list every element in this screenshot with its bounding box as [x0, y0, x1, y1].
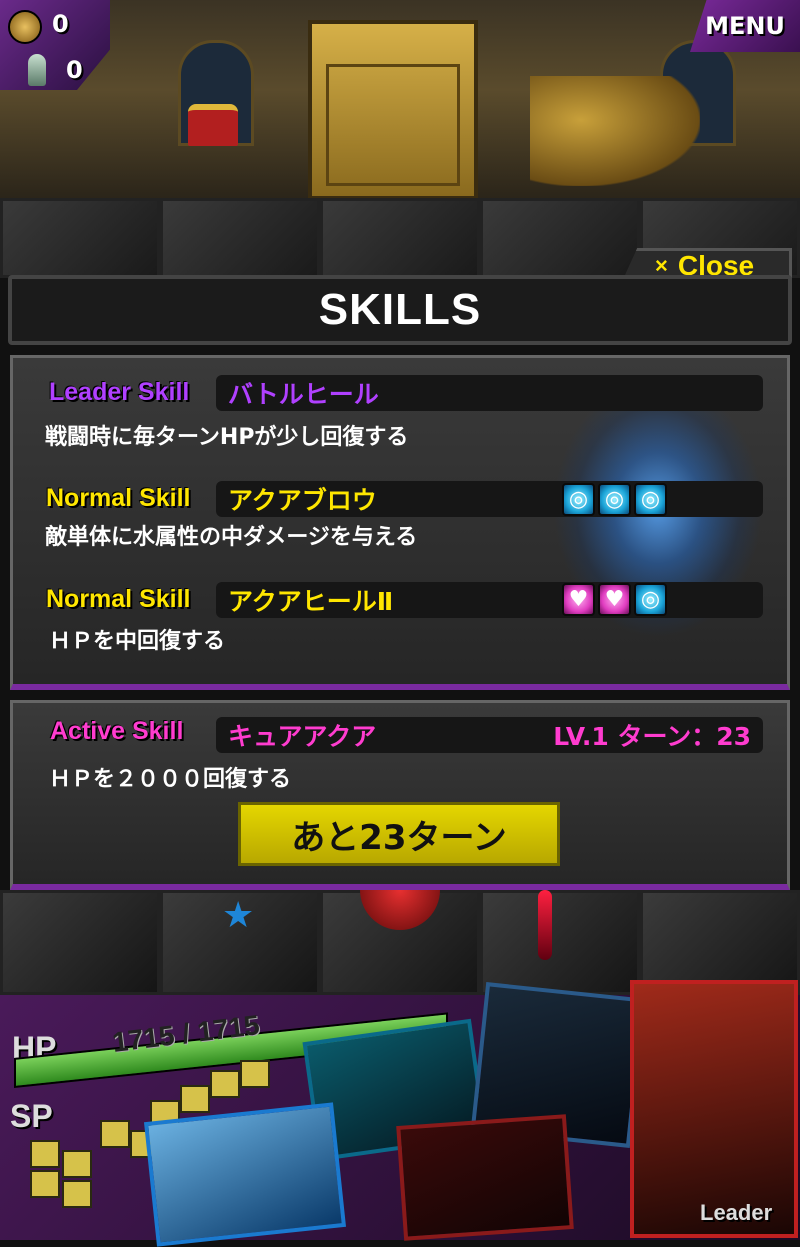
normal-skill-2-name: アクアヒールⅡ: [228, 587, 394, 616]
water-orb-icon: ◎: [598, 483, 631, 516]
lion-statue: [530, 76, 700, 186]
sp-tile: [30, 1140, 60, 1168]
leader-skill-name-bar: バトルヒール: [216, 375, 763, 411]
active-skill-name: キュアアクア: [228, 722, 377, 751]
leader-tag: Leader: [700, 1200, 773, 1225]
board-cell: [320, 198, 480, 278]
party-member-doll[interactable]: [396, 1114, 574, 1241]
sp-tile: [210, 1070, 240, 1098]
water-orb-icon: ◎: [634, 483, 667, 516]
normal-skill-1-name-bar: アクアブロウ: [216, 481, 763, 517]
dialog-header: SKILLS: [8, 275, 792, 345]
normal-skill-1-label: Normal Skill: [46, 484, 191, 512]
normal-skill-2-name-bar: アクアヒールⅡ: [216, 582, 763, 618]
active-skill-wait-button[interactable]: あと23ターン: [238, 802, 560, 866]
board-cell: [160, 198, 320, 278]
leader-skill-label: Leader Skill: [49, 378, 190, 406]
water-orb-icon: ◎: [562, 483, 595, 516]
golden-door: [308, 20, 478, 200]
active-skill-level-turn: LV.1 ターン：23: [553, 722, 751, 751]
menu-button[interactable]: MENU: [690, 0, 800, 52]
board-cell: [0, 198, 160, 278]
leader-skill-description: 戦闘時に毎ターンHPが少し回復する: [45, 425, 409, 450]
normal-skill-2-orbs: ♥ ♥ ◎: [562, 583, 667, 616]
sp-tile: [180, 1085, 210, 1113]
sp-tile: [62, 1150, 92, 1178]
crown-decoration: [188, 104, 238, 146]
sp-label: SP: [10, 1098, 53, 1134]
coin-icon: [8, 10, 42, 44]
normal-skill-1-name: アクアブロウ: [228, 486, 377, 515]
coins-count: 0: [52, 10, 69, 38]
sp-tile: [240, 1060, 270, 1088]
sp-tile: [62, 1180, 92, 1208]
sp-tile: [30, 1170, 60, 1198]
normal-skill-2-label: Normal Skill: [46, 585, 191, 613]
star-icon: ★: [222, 895, 255, 936]
active-skill-description: ＨＰを２０００回復する: [49, 767, 292, 792]
throne-room-background: [0, 0, 800, 200]
water-orb-icon: ◎: [634, 583, 667, 616]
board-cell: [480, 198, 640, 278]
sp-tile: [100, 1120, 130, 1148]
leader-skill-name: バトルヒール: [228, 380, 379, 409]
active-skill-name-bar: キュアアクア LV.1 ターン：23: [216, 717, 763, 753]
party-member-aqua-girl[interactable]: [143, 1102, 347, 1247]
active-skill-label: Active Skill: [50, 717, 184, 745]
normal-skill-1-description: 敵単体に水属性の中ダメージを与える: [45, 525, 418, 550]
pawns-count: 0: [66, 56, 83, 84]
dialog-title: SKILLS: [318, 285, 482, 334]
heart-orb-icon: ♥: [562, 583, 595, 616]
board-cell: [480, 890, 640, 995]
board-cell: [0, 890, 160, 995]
skills-panel: Leader Skill バトルヒール 戦闘時に毎ターンHPが少し回復する No…: [10, 355, 790, 690]
pawn-icon: [28, 54, 46, 86]
normal-skill-1-orbs: ◎ ◎ ◎: [562, 483, 667, 516]
red-beam-icon: [538, 890, 552, 960]
normal-skill-2-description: ＨＰを中回復する: [49, 629, 226, 654]
heart-orb-icon: ♥: [598, 583, 631, 616]
